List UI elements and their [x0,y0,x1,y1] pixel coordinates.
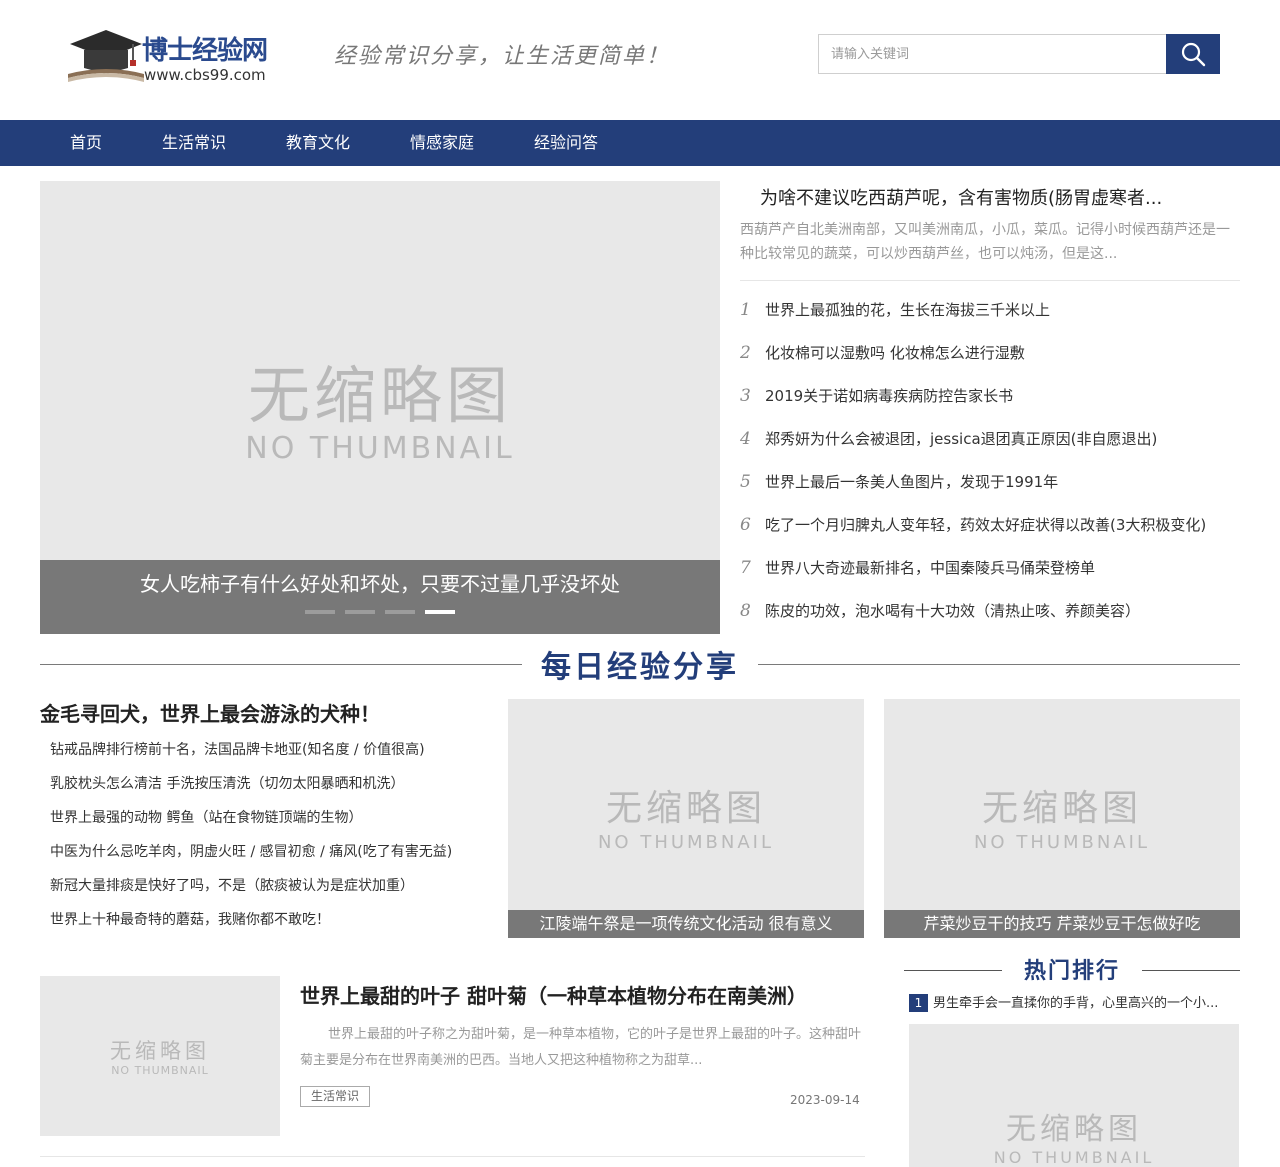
nav-family[interactable]: 情感家庭 [410,120,474,166]
search-bar [818,34,1220,74]
rank-text: 世界八大奇迹最新排名，中国秦陵兵马俑荣登榜单 [765,559,1096,577]
no-thumbnail-placeholder: 无缩略图 NO THUMBNAIL [508,787,864,855]
nav-qa[interactable]: 经验问答 [534,120,598,166]
daily-item[interactable]: 乳胶枕头怎么清洁 手洗按压清洗（切勿太阳暴晒和机洗） [50,773,404,793]
section-line-left [40,664,522,665]
daily-main-title[interactable]: 金毛寻回犬，世界上最会游泳的犬种！ [40,698,380,727]
rank-item[interactable]: 7 世界八大奇迹最新排名，中国秦陵兵马俑荣登榜单 [740,557,1095,581]
rank-item[interactable]: 2 化妆棉可以湿敷吗 化妆棉怎么进行湿敷 [740,342,1025,366]
daily-item[interactable]: 中医为什么忌吃羊肉，阴虚火旺 / 感冒初愈 / 痛风(吃了有害无益) [50,841,452,861]
daily-card[interactable]: 无缩略图 NO THUMBNAIL 芹菜炒豆干的技巧 芹菜炒豆干怎做好吃 [884,699,1240,938]
divider [40,1156,865,1157]
hot-thumbnail[interactable]: 无缩略图 NO THUMBNAIL [909,1024,1239,1167]
hot-rank-badge: 1 [909,994,928,1012]
rank-text: 世界上最孤独的花，生长在海拔三千米以上 [765,301,1051,319]
site-slogan: 经验常识分享，让生活更简单！ [334,44,671,69]
logo-url: www.cbs99.com [144,66,266,84]
placeholder-en: NO THUMBNAIL [245,431,515,466]
rank-text: 陈皮的功效，泡水喝有十大功效（清热止咳、养颜美容） [765,602,1141,620]
header: 博士经验网 www.cbs99.com 经验常识分享，让生活更简单！ [0,0,1280,120]
nav-education[interactable]: 教育文化 [286,120,350,166]
slider-dot[interactable] [385,610,415,614]
hot-item-text: 男生牵手会一直揉你的手背，心里高兴的一个小... [933,996,1219,1011]
divider [740,280,1240,281]
daily-item[interactable]: 世界上十种最奇特的蘑菇，我赌你都不敢吃！ [50,909,330,929]
no-thumbnail-placeholder: 无缩略图 NO THUMBNAIL [40,361,720,467]
no-thumbnail-placeholder: 无缩略图 NO THUMBNAIL [884,787,1240,855]
rank-item[interactable]: 1 世界上最孤独的花，生长在海拔三千米以上 [740,299,1050,323]
daily-card[interactable]: 无缩略图 NO THUMBNAIL 江陵端午祭是一项传统文化活动 很有意义 [508,699,864,938]
nav-home[interactable]: 首页 [70,120,102,166]
hot-line-right [1142,970,1240,971]
rank-number: 4 [740,429,751,449]
slider-caption: 女人吃柿子有什么好处和坏处，只要不过量几乎没坏处 [40,560,720,634]
daily-item[interactable]: 世界上最强的动物 鳄鱼（站在食物链顶端的生物） [50,807,362,827]
search-button[interactable] [1166,34,1220,74]
article-desc: 世界上最甜的叶子称之为甜叶菊，是一种草本植物，它的叶子是世界上最甜的叶子。这种甜… [300,1027,862,1068]
article-title[interactable]: 世界上最甜的叶子 甜叶菊（一种草本植物分布在南美洲） [300,980,807,1009]
hot-item[interactable]: 1 男生牵手会一直揉你的手背，心里高兴的一个小... [909,992,1241,1012]
search-icon [1181,42,1206,67]
rank-item[interactable]: 6 吃了一个月归脾丸人变年轻，药效太好症状得以改善(3大积极变化) [740,514,1206,538]
section-title-daily: 每日经验分享 [541,650,739,685]
slider-dot-active[interactable] [425,610,455,614]
slider-dot[interactable] [345,610,375,614]
rank-text: 吃了一个月归脾丸人变年轻，药效太好症状得以改善(3大积极变化) [765,516,1207,534]
rank-number: 8 [740,601,751,621]
placeholder-cn: 无缩略图 [981,788,1142,829]
daily-item[interactable]: 新冠大量排痰是快好了吗，不是（脓痰被认为是症状加重） [50,875,414,895]
rank-number: 7 [740,558,751,578]
placeholder-cn: 无缩略图 [1006,1112,1142,1147]
card-caption: 芹菜炒豆干的技巧 芹菜炒豆干怎做好吃 [884,910,1240,938]
placeholder-cn: 无缩略图 [110,1039,210,1063]
rank-number: 6 [740,515,751,535]
rank-item[interactable]: 8 陈皮的功效，泡水喝有十大功效（清热止咳、养颜美容） [740,600,1140,624]
rank-text: 化妆棉可以湿敷吗 化妆棉怎么进行湿敷 [765,344,1025,362]
rank-item[interactable]: 4 郑秀妍为什么会被退团，jessica退团真正原因(非自愿退出) [740,428,1157,452]
rank-number: 3 [740,386,751,406]
placeholder-en: NO THUMBNAIL [597,832,775,853]
daily-item[interactable]: 钻戒品牌排行榜前十名，法国品牌卡地亚(知名度 / 价值很高) [50,739,425,759]
search-input[interactable] [818,34,1166,74]
graduation-cap-icon [68,30,144,82]
rank-number: 2 [740,343,751,363]
rank-item[interactable]: 5 世界上最后一条美人鱼图片，发现于1991年 [740,471,1058,495]
nav-life-tips[interactable]: 生活常识 [162,120,226,166]
main-nav: 首页 生活常识 教育文化 情感家庭 经验问答 [0,120,1280,166]
placeholder-cn: 无缩略图 [247,359,512,432]
placeholder-en: NO THUMBNAIL [973,832,1151,853]
rank-item[interactable]: 3 2019关于诺如病毒疾病防控告家长书 [740,385,1013,409]
rank-text: 郑秀妍为什么会被退团，jessica退团真正原因(非自愿退出) [765,430,1158,448]
slider-dot[interactable] [305,610,335,614]
headline-title[interactable]: 为啥不建议吃西葫芦呢，含有害物质(肠胃虚寒者... [760,184,1162,210]
card-caption: 江陵端午祭是一项传统文化活动 很有意义 [508,910,864,938]
section-line-right [758,664,1240,665]
logo-title: 博士经验网 [142,36,268,66]
rank-number: 1 [740,300,751,320]
headline-desc: 西葫芦产自北美洲南部，又叫美洲南瓜，小瓜，菜瓜。记得小时候西葫芦还是一种比较常见… [740,222,1230,262]
site-logo[interactable]: 博士经验网 www.cbs99.com [66,28,276,90]
article-date: 2023-09-14 [790,1093,860,1107]
placeholder-cn: 无缩略图 [605,788,766,829]
hero-slider[interactable]: 无缩略图 NO THUMBNAIL 女人吃柿子有什么好处和坏处，只要不过量几乎没… [40,181,720,634]
hot-line-left [904,970,1002,971]
slider-caption-text[interactable]: 女人吃柿子有什么好处和坏处，只要不过量几乎没坏处 [40,568,720,597]
article-thumbnail[interactable]: 无缩略图 NO THUMBNAIL [40,976,280,1136]
hot-ranking-title: 热门排行 [1023,958,1120,984]
rank-text: 2019关于诺如病毒疾病防控告家长书 [765,387,1014,405]
rank-number: 5 [740,472,751,492]
placeholder-en: NO THUMBNAIL [111,1064,209,1077]
no-thumbnail-placeholder: 无缩略图 NO THUMBNAIL [909,1112,1239,1167]
rank-text: 世界上最后一条美人鱼图片，发现于1991年 [765,473,1059,491]
article-tag[interactable]: 生活常识 [300,1086,371,1107]
no-thumbnail-placeholder: 无缩略图 NO THUMBNAIL [40,1038,280,1078]
placeholder-en: NO THUMBNAIL [993,1148,1155,1167]
